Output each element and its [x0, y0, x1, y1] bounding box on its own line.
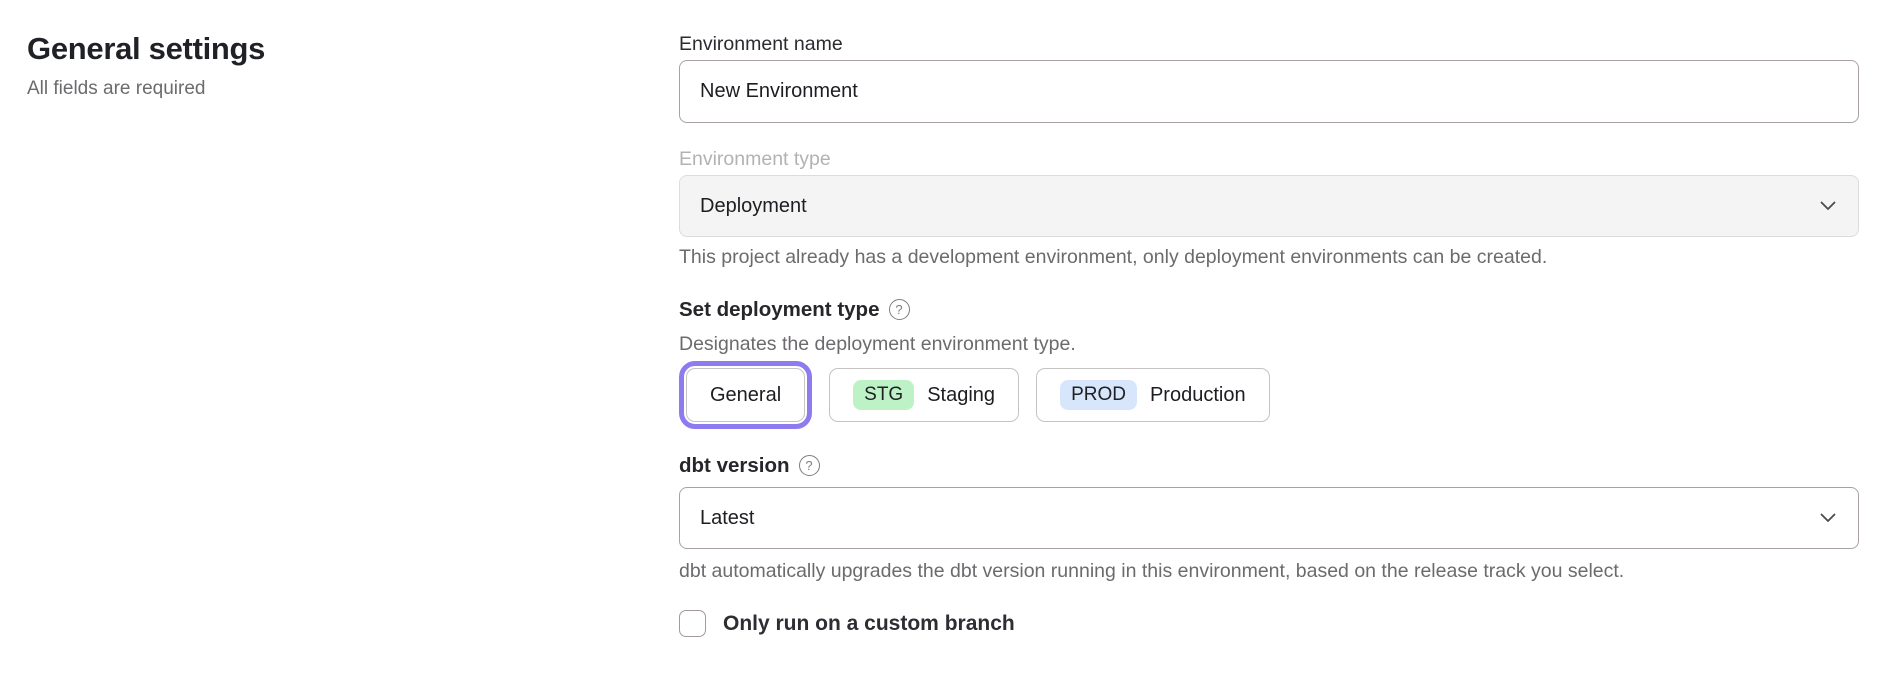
deployment-type-option-general[interactable]: General [686, 368, 805, 422]
dbt-version-heading-text: dbt version [679, 453, 790, 478]
option-general-label: General [710, 384, 781, 407]
deployment-type-option-production[interactable]: PROD Production [1036, 368, 1270, 422]
deployment-type-option-staging[interactable]: STG Staging [829, 368, 1019, 422]
dbt-version-select[interactable]: Latest [679, 487, 1859, 549]
custom-branch-row: Only run on a custom branch [679, 610, 1015, 637]
page-title: General settings [27, 30, 547, 68]
deployment-type-options: General STG Staging PROD Production [679, 361, 1270, 429]
intro-block: General settings All fields are required [27, 30, 547, 101]
chevron-down-icon [1820, 201, 1836, 211]
deployment-type-heading-text: Set deployment type [679, 297, 880, 322]
staging-badge: STG [853, 380, 914, 410]
custom-branch-label: Only run on a custom branch [723, 612, 1015, 636]
environment-type-helper: This project already has a development e… [679, 245, 1547, 270]
environment-type-select[interactable]: Deployment [679, 175, 1859, 237]
environment-name-input[interactable] [679, 60, 1859, 123]
help-icon[interactable]: ? [799, 455, 820, 476]
deployment-type-description: Designates the deployment environment ty… [679, 332, 1076, 357]
help-icon[interactable]: ? [889, 299, 910, 320]
settings-form: Environment name Environment type Deploy… [679, 0, 1859, 678]
dbt-version-value: Latest [700, 507, 754, 530]
dbt-version-heading: dbt version ? [679, 453, 820, 478]
environment-type-label: Environment type [679, 148, 831, 170]
dbt-version-helper: dbt automatically upgrades the dbt versi… [679, 559, 1624, 584]
production-badge: PROD [1060, 380, 1137, 410]
environment-name-label: Environment name [679, 33, 843, 55]
option-staging-label: Staging [927, 384, 995, 407]
chevron-down-icon [1820, 513, 1836, 523]
page-subtitle: All fields are required [27, 77, 547, 101]
option-production-label: Production [1150, 384, 1246, 407]
general-settings-page: General settings All fields are required… [0, 0, 1890, 678]
deployment-type-heading: Set deployment type ? [679, 297, 910, 322]
custom-branch-checkbox[interactable] [679, 610, 706, 637]
environment-type-value: Deployment [700, 195, 807, 218]
